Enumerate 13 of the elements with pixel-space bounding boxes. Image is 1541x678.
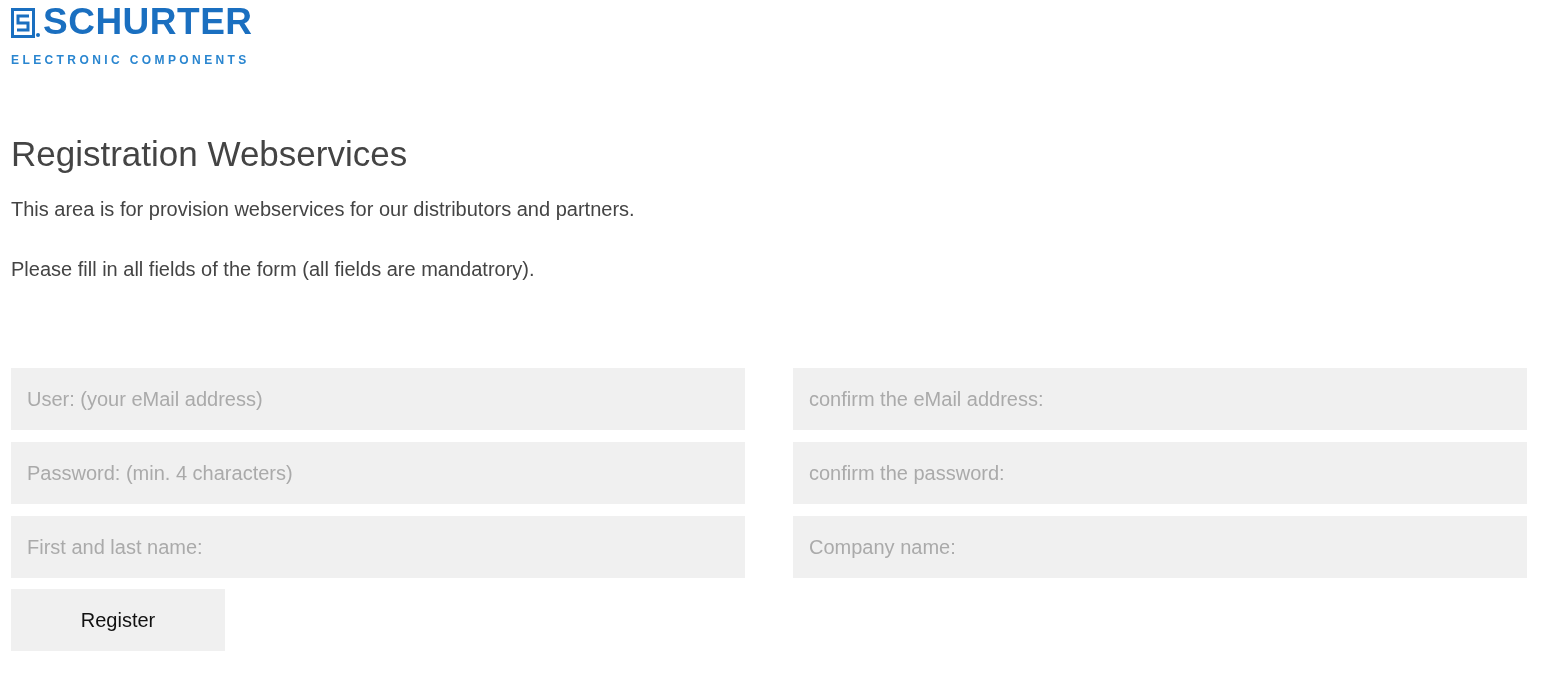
input-field[interactable]: Password: (min. 4 characters) [11,442,745,504]
register-button[interactable]: Register [11,589,225,651]
intro-text: This area is for provision webservices for our distributors and partners. [11,197,636,222]
logo-tagline: ELECTRONIC COMPONENTS [11,54,251,66]
input-field[interactable]: First and last name: [11,516,745,578]
input-field[interactable]: Company name: [793,516,1527,578]
logo-icon [11,8,41,38]
logo-wordmark: SCHURTER [43,6,253,38]
input-field[interactable]: confirm the password: [793,442,1527,504]
input-field[interactable]: confirm the eMail address: [793,368,1527,430]
input-field[interactable]: User: (your eMail address) [11,368,745,430]
intro-text: Please fill in all fields of the form (all fields are mandatrory). [11,257,536,282]
page-title: Registration Webservices [11,134,409,174]
